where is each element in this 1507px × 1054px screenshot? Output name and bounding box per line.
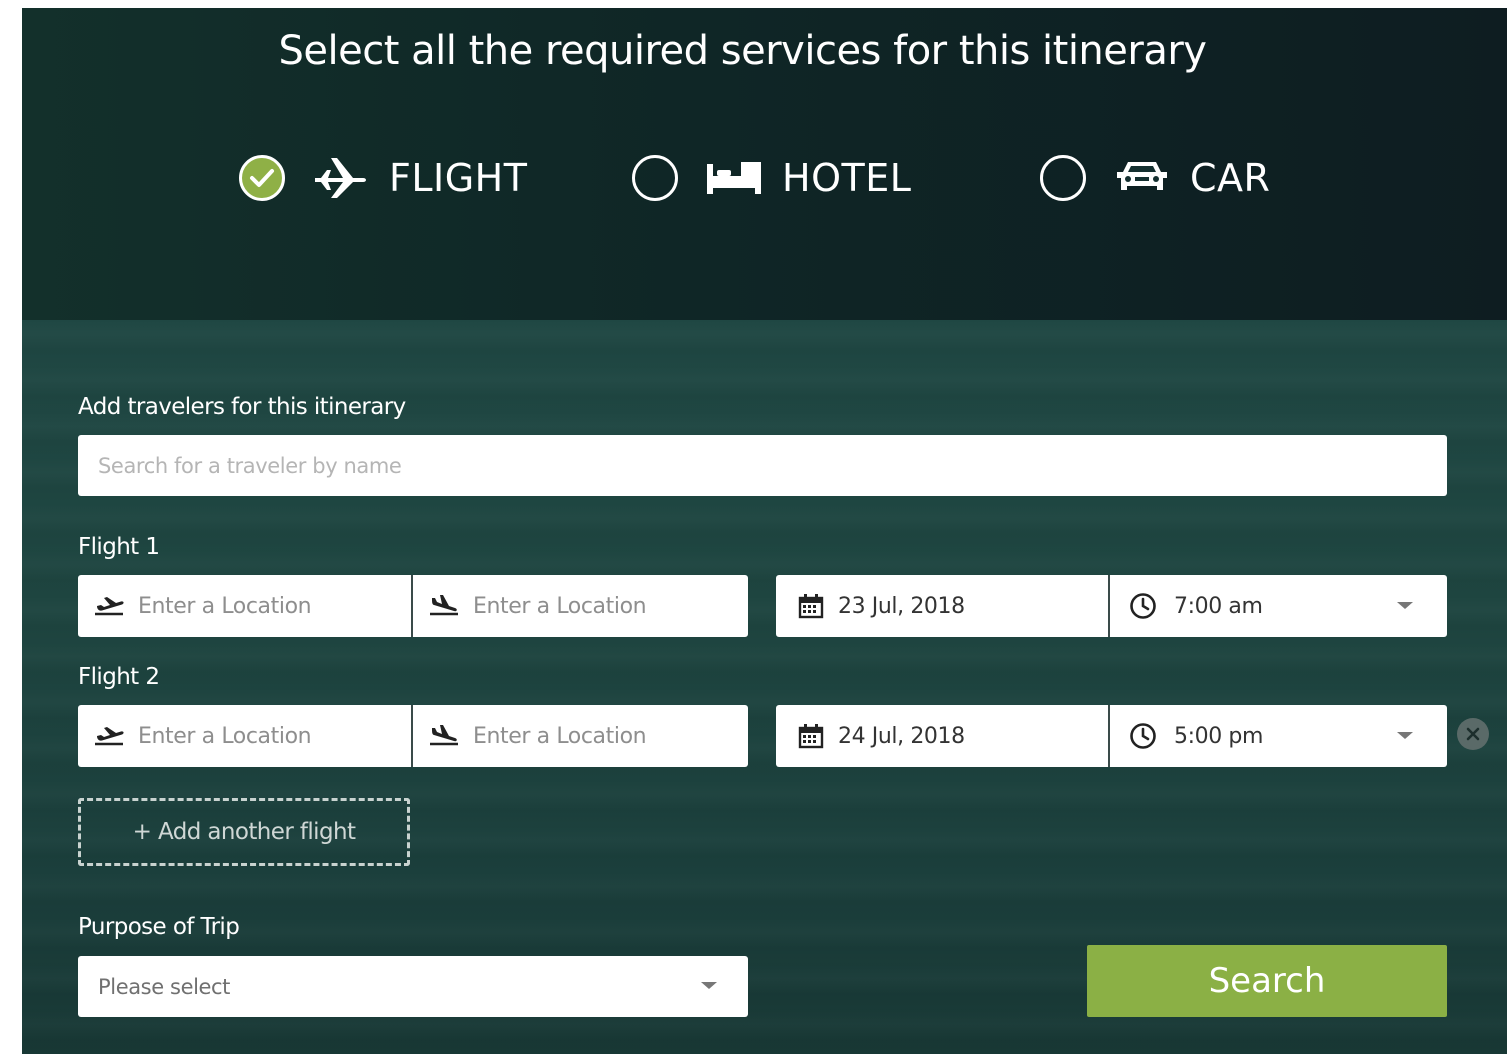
landing-icon — [427, 721, 461, 751]
flight-1-date-picker[interactable]: 23 Jul, 2018 — [776, 575, 1109, 637]
flight-1-arrival-input[interactable]: Enter a Location — [413, 575, 748, 637]
flight-2-time-value: 5:00 pm — [1174, 723, 1263, 749]
service-option-hotel[interactable]: HOTEL — [632, 148, 911, 208]
flight-label: FLIGHT — [389, 156, 528, 200]
close-icon — [1466, 727, 1480, 741]
flight-2-departure-placeholder: Enter a Location — [138, 723, 312, 749]
car-radio[interactable] — [1040, 155, 1086, 201]
takeoff-icon — [92, 591, 126, 621]
chevron-down-icon[interactable] — [1397, 602, 1413, 609]
search-button-label: Search — [1208, 961, 1326, 1001]
flight-2-date-picker[interactable]: 24 Jul, 2018 — [776, 705, 1109, 767]
flight-2-date-value: 24 Jul, 2018 — [838, 723, 965, 749]
add-another-flight-label: + Add another flight — [132, 819, 356, 845]
landing-icon — [427, 591, 461, 621]
traveler-search-placeholder: Search for a traveler by name — [98, 453, 402, 478]
flight-2-departure-input[interactable]: Enter a Location — [78, 705, 412, 767]
chevron-down-icon[interactable] — [701, 982, 717, 989]
purpose-label: Purpose of Trip — [78, 914, 240, 940]
flight-1-departure-placeholder: Enter a Location — [138, 593, 312, 619]
travelers-label: Add travelers for this itinerary — [78, 394, 406, 420]
airplane-icon — [311, 155, 371, 201]
hotel-label: HOTEL — [782, 156, 912, 200]
car-label: CAR — [1190, 156, 1271, 200]
flight-2-arrival-input[interactable]: Enter a Location — [413, 705, 748, 767]
flight-2-label: Flight 2 — [78, 664, 160, 690]
bed-icon — [704, 155, 764, 201]
remove-flight-button[interactable] — [1457, 718, 1489, 750]
car-icon — [1112, 155, 1172, 201]
flight-1-label: Flight 1 — [78, 534, 160, 560]
search-button[interactable]: Search — [1087, 945, 1447, 1017]
check-icon — [250, 169, 274, 187]
hotel-radio[interactable] — [632, 155, 678, 201]
page-title: Select all the required services for thi… — [278, 28, 1207, 74]
traveler-search-input[interactable]: Search for a traveler by name — [78, 435, 1447, 496]
purpose-select-value: Please select — [98, 974, 231, 999]
flight-1-departure-input[interactable]: Enter a Location — [78, 575, 412, 637]
service-option-flight[interactable]: FLIGHT — [239, 148, 527, 208]
flight-radio-checked[interactable] — [239, 155, 285, 201]
takeoff-icon — [92, 721, 126, 751]
flight-1-time-value: 7:00 am — [1174, 593, 1263, 619]
service-option-car[interactable]: CAR — [1040, 148, 1270, 208]
calendar-icon — [794, 591, 828, 621]
clock-icon — [1126, 591, 1160, 621]
form-background — [22, 320, 1507, 1054]
clock-icon — [1126, 721, 1160, 751]
add-another-flight-button[interactable]: + Add another flight — [78, 798, 410, 866]
chevron-down-icon[interactable] — [1397, 732, 1413, 739]
flight-1-date-value: 23 Jul, 2018 — [838, 593, 965, 619]
calendar-icon — [794, 721, 828, 751]
flight-2-arrival-placeholder: Enter a Location — [473, 723, 647, 749]
purpose-select[interactable]: Please select — [78, 956, 748, 1017]
flight-1-arrival-placeholder: Enter a Location — [473, 593, 647, 619]
